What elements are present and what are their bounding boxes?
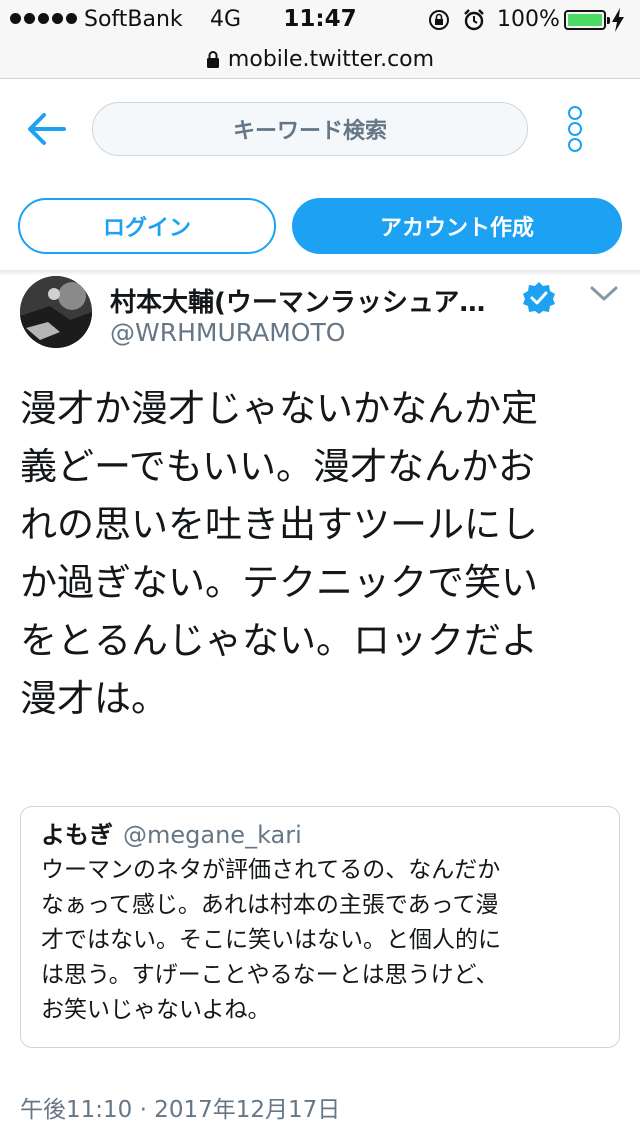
header-divider [0,270,640,276]
alarm-icon [464,9,484,31]
more-vertical-icon[interactable] [565,106,585,152]
tweet-text: 漫才か漫才じゃないかなんか定 義どーでもいい。漫才なんかお れの思いを吐き出すツ… [20,387,538,720]
avatar[interactable] [20,276,92,348]
status-time: 11:47 [283,6,357,32]
carrier-name: SoftBank [84,7,183,32]
quoted-tweet-header: よもぎ @megane_kari [41,817,599,853]
rotation-lock-icon [429,10,449,30]
quoted-tweet-text: ウーマンのネタが評価されてるの、なんだか なぁって感じ。あれは村本の主張であって… [41,857,501,1023]
signal-strength-icon [10,13,77,24]
url-text: mobile.twitter.com [227,46,435,72]
login-button[interactable]: ログイン [18,198,276,254]
quoted-author-name: よもぎ [41,821,113,849]
verified-badge-icon [523,282,555,314]
status-bar: SoftBank 4G 11:47 100% [0,0,640,40]
author-handle[interactable]: @WRHMURAMOTO [110,318,345,347]
padlock-icon [206,51,219,68]
author-display-name[interactable]: 村本大輔(ウーマンラッシュア… [110,282,485,319]
battery-icon [564,10,610,30]
back-arrow-icon[interactable] [26,112,66,146]
battery-percentage: 100% [497,7,560,32]
search-input[interactable]: キーワード検索 [92,102,528,156]
chevron-down-icon[interactable] [590,286,618,302]
quoted-tweet[interactable]: よもぎ @megane_kari ウーマンのネタが評価されてるの、なんだか なぁっ… [20,806,620,1048]
create-account-button[interactable]: アカウント作成 [292,198,622,254]
charging-icon [612,8,624,32]
network-type: 4G [210,7,242,32]
tweet-timestamp[interactable]: 午後11:10 · 2017年12月17日 [20,1090,340,1124]
browser-url-bar[interactable]: mobile.twitter.com [0,40,640,79]
quoted-author-handle: @megane_kari [123,821,302,849]
